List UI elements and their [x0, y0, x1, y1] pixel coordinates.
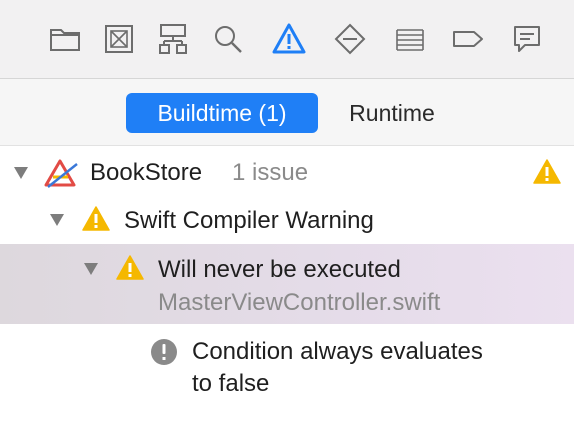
buildtime-tab[interactable]: Buildtime (1) — [126, 93, 318, 133]
info-exclamation-icon — [150, 338, 178, 366]
disclosure-triangle-icon[interactable] — [84, 263, 98, 275]
project-row[interactable]: BookStore 1 issue — [0, 146, 574, 198]
symbol-navigator-icon[interactable] — [101, 21, 137, 57]
project-name: BookStore — [90, 159, 203, 186]
group-row[interactable]: Swift Compiler Warning — [0, 196, 574, 244]
note-line-1: Condition always evaluates — [192, 338, 483, 365]
issue-count: 1 issue — [232, 159, 309, 186]
search-icon[interactable] — [210, 21, 246, 57]
hierarchy-icon[interactable] — [155, 21, 191, 57]
issue-type-segmented-control: Buildtime (1) Runtime — [0, 79, 574, 146]
note-line-2: to false — [192, 370, 270, 397]
report-icon[interactable] — [509, 21, 545, 57]
folder-icon[interactable] — [47, 21, 83, 57]
test-icon[interactable] — [332, 21, 368, 57]
runtime-tab[interactable]: Runtime — [328, 93, 456, 133]
debug-icon[interactable] — [392, 21, 428, 57]
navigator-toolbar — [0, 0, 574, 79]
disclosure-triangle-icon[interactable] — [14, 167, 28, 179]
breakpoint-icon[interactable] — [450, 21, 486, 57]
warning-badge-icon — [533, 159, 561, 185]
issue-title: Will never be executed — [158, 256, 401, 283]
group-label: Swift Compiler Warning — [124, 207, 374, 234]
disclosure-triangle-icon[interactable] — [50, 214, 64, 226]
xcode-app-icon — [44, 158, 80, 188]
note-row[interactable]: Condition always evaluates to false — [0, 326, 574, 406]
warning-icon — [82, 206, 110, 232]
issue-file: MasterViewController.swift — [158, 289, 441, 316]
warning-icon — [116, 255, 144, 281]
warning-icon[interactable] — [271, 21, 307, 57]
issue-row[interactable]: Will never be executed MasterViewControl… — [0, 244, 574, 324]
